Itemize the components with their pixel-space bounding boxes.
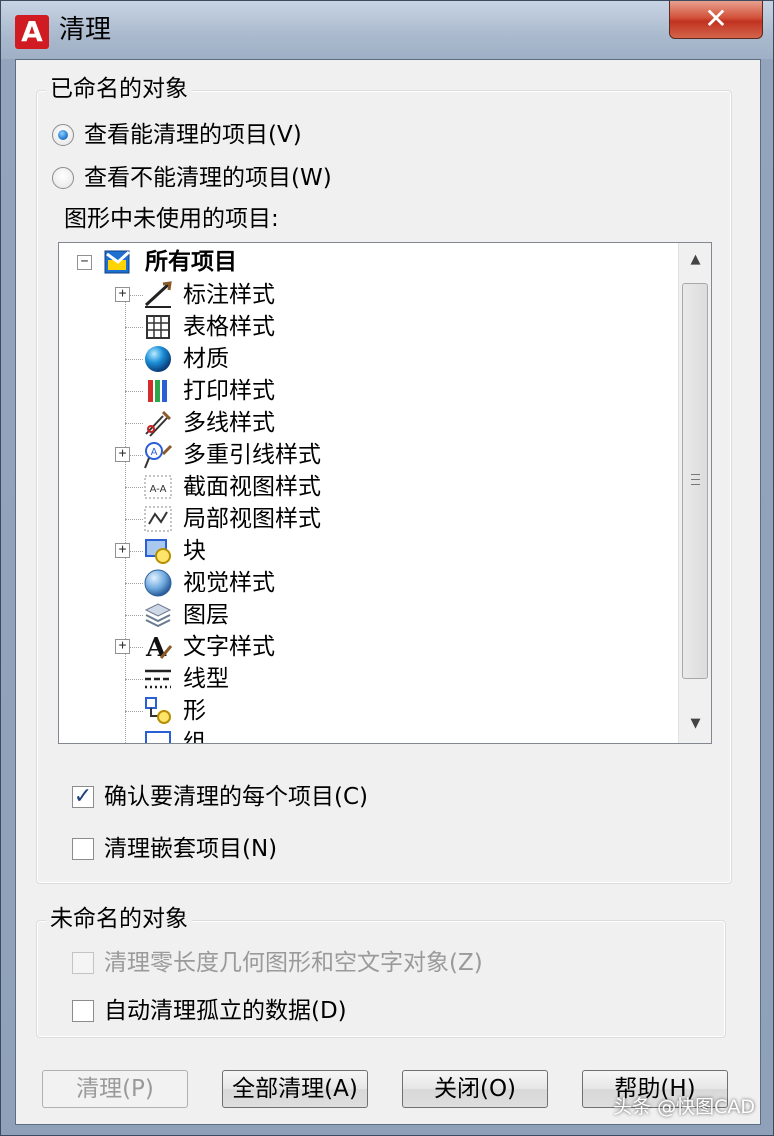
tree-item-label[interactable]: 文字样式: [183, 632, 275, 662]
section-view-style-icon: A-A: [143, 472, 173, 502]
table-style-icon: [143, 312, 173, 342]
check-zero-length-geometry[interactable]: 清理零长度几何图形和空文字对象(Z): [72, 948, 483, 978]
grip-line: [691, 484, 700, 485]
scroll-down-arrow-icon[interactable]: ▼: [679, 707, 711, 741]
tree-connector: [125, 711, 143, 712]
autocad-app-icon: A: [15, 15, 49, 49]
scrollbar-thumb[interactable]: [682, 283, 708, 679]
tree-connector: [125, 487, 143, 488]
orphaned-checkbox[interactable]: [72, 1000, 94, 1022]
tree-connector: [125, 359, 143, 360]
radio-unpurgeable-label: 查看不能清理的项目(W): [84, 165, 332, 191]
scroll-up-arrow-icon[interactable]: ▲: [679, 243, 711, 277]
purge-dialog-window: A 清理 ✕ 已命名的对象 查看能清理的项目(V) 查看不能清理的项目(W) 图…: [0, 0, 774, 1136]
group-icon: [143, 728, 173, 743]
tree-root-label[interactable]: 所有项目: [145, 247, 237, 277]
svg-text:A: A: [145, 633, 167, 662]
grip-line: [691, 479, 700, 480]
tree-item-label[interactable]: 图层: [183, 600, 229, 630]
tree-connector: [125, 391, 143, 392]
tree-item-label[interactable]: 块: [183, 536, 206, 566]
radio-purgeable-label: 查看能清理的项目(V): [84, 122, 302, 148]
material-sphere-icon: [143, 344, 173, 374]
close-button[interactable]: 关闭(O): [402, 1070, 548, 1108]
tree-item-label[interactable]: 表格样式: [183, 312, 275, 342]
plot-style-icon: [143, 376, 173, 406]
tree-connector: [125, 423, 143, 424]
multileader-style-icon: A: [143, 440, 173, 470]
all-items-icon: [103, 247, 133, 277]
check-purge-nested[interactable]: 清理嵌套项目(N): [72, 834, 277, 864]
tree-item-label[interactable]: 打印样式: [183, 376, 275, 406]
expand-multileader-styles[interactable]: +: [115, 447, 130, 462]
svg-text:A: A: [151, 447, 158, 458]
text-style-icon: A: [143, 632, 173, 662]
layer-icon: [143, 600, 173, 630]
confirm-label: 确认要清理的每个项目(C): [104, 784, 369, 810]
check-confirm-each-item[interactable]: ✓ 确认要清理的每个项目(C): [72, 782, 368, 812]
visual-style-icon: [143, 568, 173, 598]
tree-connector: [125, 327, 143, 328]
unused-items-tree[interactable]: − 所有项目 + 标注样式 表格样式 材质 打印样式 多线样式 + A 多重引线…: [58, 242, 712, 744]
multiline-style-icon: [143, 408, 173, 438]
tree-trunk-line: [125, 287, 126, 743]
tree-item-label[interactable]: 局部视图样式: [183, 504, 321, 534]
tree-item-label[interactable]: 视觉样式: [183, 568, 275, 598]
title-bar[interactable]: A 清理 ✕: [1, 1, 773, 59]
tree-item-label[interactable]: 形: [183, 696, 206, 726]
tree-item-label[interactable]: 组: [183, 728, 206, 743]
named-objects-label: 已命名的对象: [46, 74, 192, 104]
nested-checkbox[interactable]: [72, 838, 94, 860]
confirm-checkbox[interactable]: ✓: [72, 786, 94, 808]
tree-item-label[interactable]: 多线样式: [183, 408, 275, 438]
watermark-text: 头条 @快图CAD: [613, 1096, 755, 1118]
unnamed-objects-label: 未命名的对象: [46, 904, 192, 934]
check-orphaned-data[interactable]: 自动清理孤立的数据(D): [72, 996, 347, 1026]
window-title: 清理: [59, 15, 112, 45]
tree-connector: [125, 743, 143, 744]
radio-purgeable-dot[interactable]: [52, 124, 74, 146]
root-collapse-toggle[interactable]: −: [77, 255, 92, 270]
radio-view-purgeable[interactable]: 查看能清理的项目(V): [52, 120, 302, 150]
tree-connector: [125, 679, 143, 680]
expand-dimension-styles[interactable]: +: [115, 287, 130, 302]
dimension-style-icon: [143, 280, 173, 310]
tree-connector: [125, 583, 143, 584]
grip-line: [691, 474, 700, 475]
detail-view-style-icon: [143, 504, 173, 534]
tree-caption: 图形中未使用的项目:: [64, 206, 279, 232]
tree-connector: [125, 615, 143, 616]
linetype-icon: [143, 664, 173, 694]
close-window-button[interactable]: ✕: [669, 1, 763, 39]
svg-text:A-A: A-A: [150, 484, 167, 495]
tree-item-label[interactable]: 线型: [183, 664, 229, 694]
orphaned-label: 自动清理孤立的数据(D): [104, 998, 347, 1024]
tree-vertical-scrollbar[interactable]: ▲ ▼: [678, 243, 711, 743]
radio-view-unpurgeable[interactable]: 查看不能清理的项目(W): [52, 163, 332, 193]
radio-unpurgeable-dot[interactable]: [52, 167, 74, 189]
shape-icon: [143, 696, 173, 726]
tree-connector: [125, 519, 143, 520]
tree-item-label[interactable]: 标注样式: [183, 280, 275, 310]
expand-text-styles[interactable]: +: [115, 639, 130, 654]
dialog-client-area: 已命名的对象 查看能清理的项目(V) 查看不能清理的项目(W) 图形中未使用的项…: [15, 59, 761, 1125]
tree-item-label[interactable]: 材质: [183, 344, 229, 374]
tree-item-label[interactable]: 多重引线样式: [183, 440, 321, 470]
zero-length-checkbox[interactable]: [72, 952, 94, 974]
purge-button[interactable]: 清理(P): [42, 1070, 188, 1108]
zero-length-label: 清理零长度几何图形和空文字对象(Z): [104, 950, 483, 976]
nested-label: 清理嵌套项目(N): [104, 836, 278, 862]
tree-item-label[interactable]: 截面视图样式: [183, 472, 321, 502]
purge-all-button[interactable]: 全部清理(A): [222, 1070, 368, 1108]
expand-blocks[interactable]: +: [115, 543, 130, 558]
block-icon: [143, 536, 173, 566]
